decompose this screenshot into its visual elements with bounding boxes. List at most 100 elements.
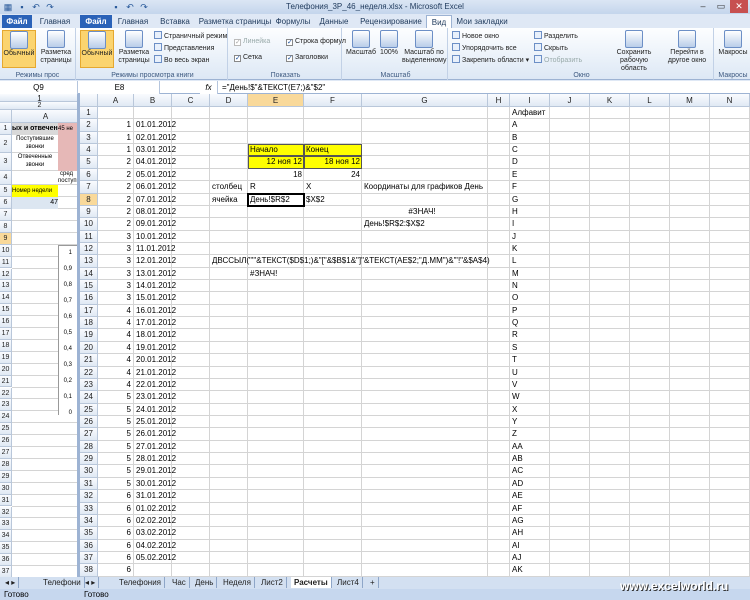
restore-button[interactable]: ▭ — [712, 0, 730, 13]
row-header-left[interactable]: 14 — [0, 292, 12, 305]
new-window-button[interactable]: Новое окно — [452, 31, 499, 42]
row-header-left[interactable]: 34 — [0, 530, 12, 543]
cell-i[interactable]: U — [512, 367, 552, 379]
cell-i[interactable]: B — [512, 132, 552, 144]
cell-b[interactable]: 25.01.2012 — [136, 416, 176, 428]
tab-review[interactable]: Рецензирование — [358, 15, 424, 28]
cell-b[interactable]: 19.01.2012 — [136, 342, 176, 354]
sheet-tab[interactable]: Неделя — [220, 577, 255, 588]
row-header[interactable]: 2 — [80, 119, 98, 132]
row-header[interactable]: 37 — [80, 551, 98, 565]
column-header[interactable]: N — [710, 94, 750, 107]
row-header[interactable]: 26 — [80, 416, 98, 429]
tab-page-layout[interactable]: Разметка страницы — [198, 15, 272, 28]
cell-i[interactable]: J — [512, 231, 552, 243]
row-header-left[interactable]: 5 — [0, 185, 12, 197]
cell-d7[interactable]: столбец — [212, 181, 242, 193]
tab-data[interactable]: Данные — [318, 15, 350, 28]
cell-i[interactable]: L — [512, 255, 552, 267]
row-header-left[interactable]: 12 — [0, 268, 12, 281]
cell-b[interactable]: 28.01.2012 — [136, 453, 176, 465]
cell-b[interactable]: 05.02.2012 — [136, 552, 176, 564]
row-header[interactable]: 33 — [80, 502, 98, 515]
cell-i[interactable]: A — [512, 119, 552, 131]
row-header[interactable]: 18 — [80, 317, 98, 330]
custom-views-button[interactable]: Представления — [154, 43, 214, 54]
cell-i[interactable]: AE — [512, 490, 552, 502]
cell-i[interactable]: AA — [512, 441, 552, 453]
row-header[interactable]: 20 — [80, 341, 98, 355]
zoom-selection-button[interactable]: Масштаб по выделенному — [402, 30, 447, 68]
column-header[interactable]: F — [304, 94, 362, 107]
row-header[interactable]: 21 — [80, 354, 98, 367]
column-header[interactable]: L — [630, 94, 670, 107]
cell-g7[interactable]: Координаты для графиков День — [364, 181, 483, 193]
cell-a[interactable]: 3 — [98, 255, 131, 267]
normal-button[interactable]: Обычный — [80, 30, 114, 68]
cell-e5[interactable]: 12 ноя 12 — [250, 156, 302, 168]
row-header[interactable]: 32 — [80, 490, 98, 503]
cell-a[interactable]: 1 — [98, 144, 131, 156]
row-header-left[interactable]: 17 — [0, 328, 12, 340]
sheet-tab[interactable]: Расчеты — [291, 577, 332, 588]
cell-i[interactable]: Алфавит — [512, 107, 552, 119]
row-header[interactable]: 31 — [80, 477, 98, 491]
column-header[interactable]: H — [488, 94, 510, 107]
row-header[interactable]: 28 — [80, 440, 98, 454]
row-header-left[interactable]: 25 — [0, 423, 12, 436]
cell-a[interactable]: 2 — [98, 156, 131, 168]
cell-b[interactable]: 15.01.2012 — [136, 292, 176, 304]
row-header[interactable]: 36 — [80, 539, 98, 552]
cell-b[interactable]: 18.01.2012 — [136, 329, 176, 341]
column-header[interactable]: G — [362, 94, 488, 107]
row-header[interactable]: 5 — [80, 156, 98, 169]
row-header-left[interactable]: 3 — [0, 153, 12, 171]
row-header-left[interactable]: 23 — [0, 399, 12, 412]
cell-i[interactable]: C — [512, 144, 552, 156]
row-header-left[interactable]: 2 — [0, 135, 12, 153]
row-header-left[interactable]: 26 — [0, 435, 12, 447]
fx-button[interactable]: fx — [200, 81, 218, 94]
left-cell-incoming[interactable]: Поступившие звонки — [12, 135, 58, 153]
cell-f4[interactable]: Конец — [306, 144, 329, 156]
cell-i[interactable]: AF — [512, 503, 552, 515]
cell-a[interactable] — [98, 107, 131, 119]
cell-a[interactable]: 6 — [98, 540, 131, 552]
cell-a[interactable]: 2 — [98, 218, 131, 230]
zoom-button[interactable]: Масштаб — [346, 30, 376, 68]
cell-b[interactable]: 09.01.2012 — [136, 218, 176, 230]
cell-i[interactable]: P — [512, 305, 552, 317]
cell-b[interactable]: 03.01.2012 — [136, 144, 176, 156]
cell-e14[interactable]: #ЗНАЧ! — [250, 268, 277, 280]
cell-b[interactable]: 06.01.2012 — [136, 181, 176, 193]
cell-i[interactable]: M — [512, 268, 552, 280]
tab-view[interactable]: Вид — [426, 15, 452, 28]
sheet-tab[interactable]: Лист4 — [334, 577, 363, 588]
cell-b[interactable]: 31.01.2012 — [136, 490, 176, 502]
row-header[interactable]: 38 — [80, 564, 98, 577]
headings-checkbox[interactable]: ✓ Заголовки — [286, 52, 328, 63]
row-header[interactable]: 35 — [80, 527, 98, 540]
cell-a[interactable]: 6 — [98, 490, 131, 502]
cell-b[interactable]: 04.02.2012 — [136, 540, 176, 552]
cell-i[interactable]: Q — [512, 317, 552, 329]
column-header[interactable]: B — [134, 94, 172, 107]
save-workspace-button[interactable]: Сохранить рабочую область — [610, 30, 658, 72]
left-cell-week-num[interactable]: 47 — [12, 197, 58, 209]
cell-b[interactable]: 08.01.2012 — [136, 206, 176, 218]
row-header[interactable]: 23 — [80, 378, 98, 392]
row-header[interactable]: 17 — [80, 304, 98, 318]
row-header-left[interactable]: 9 — [0, 232, 12, 245]
cell-a[interactable]: 3 — [98, 231, 131, 243]
cell-b[interactable]: 27.01.2012 — [136, 441, 176, 453]
column-header[interactable]: J — [550, 94, 590, 107]
cell-a[interactable]: 6 — [98, 527, 131, 539]
page-break-button[interactable]: Страничный режим — [154, 31, 227, 42]
row-header-left[interactable]: 32 — [0, 506, 12, 519]
cell-a[interactable]: 3 — [98, 268, 131, 280]
cell-b[interactable]: 26.01.2012 — [136, 428, 176, 440]
cell-a[interactable]: 4 — [98, 367, 131, 379]
tab-home[interactable]: Главная — [114, 15, 152, 28]
row-header[interactable]: 24 — [80, 391, 98, 404]
cell-a[interactable]: 5 — [98, 453, 131, 465]
